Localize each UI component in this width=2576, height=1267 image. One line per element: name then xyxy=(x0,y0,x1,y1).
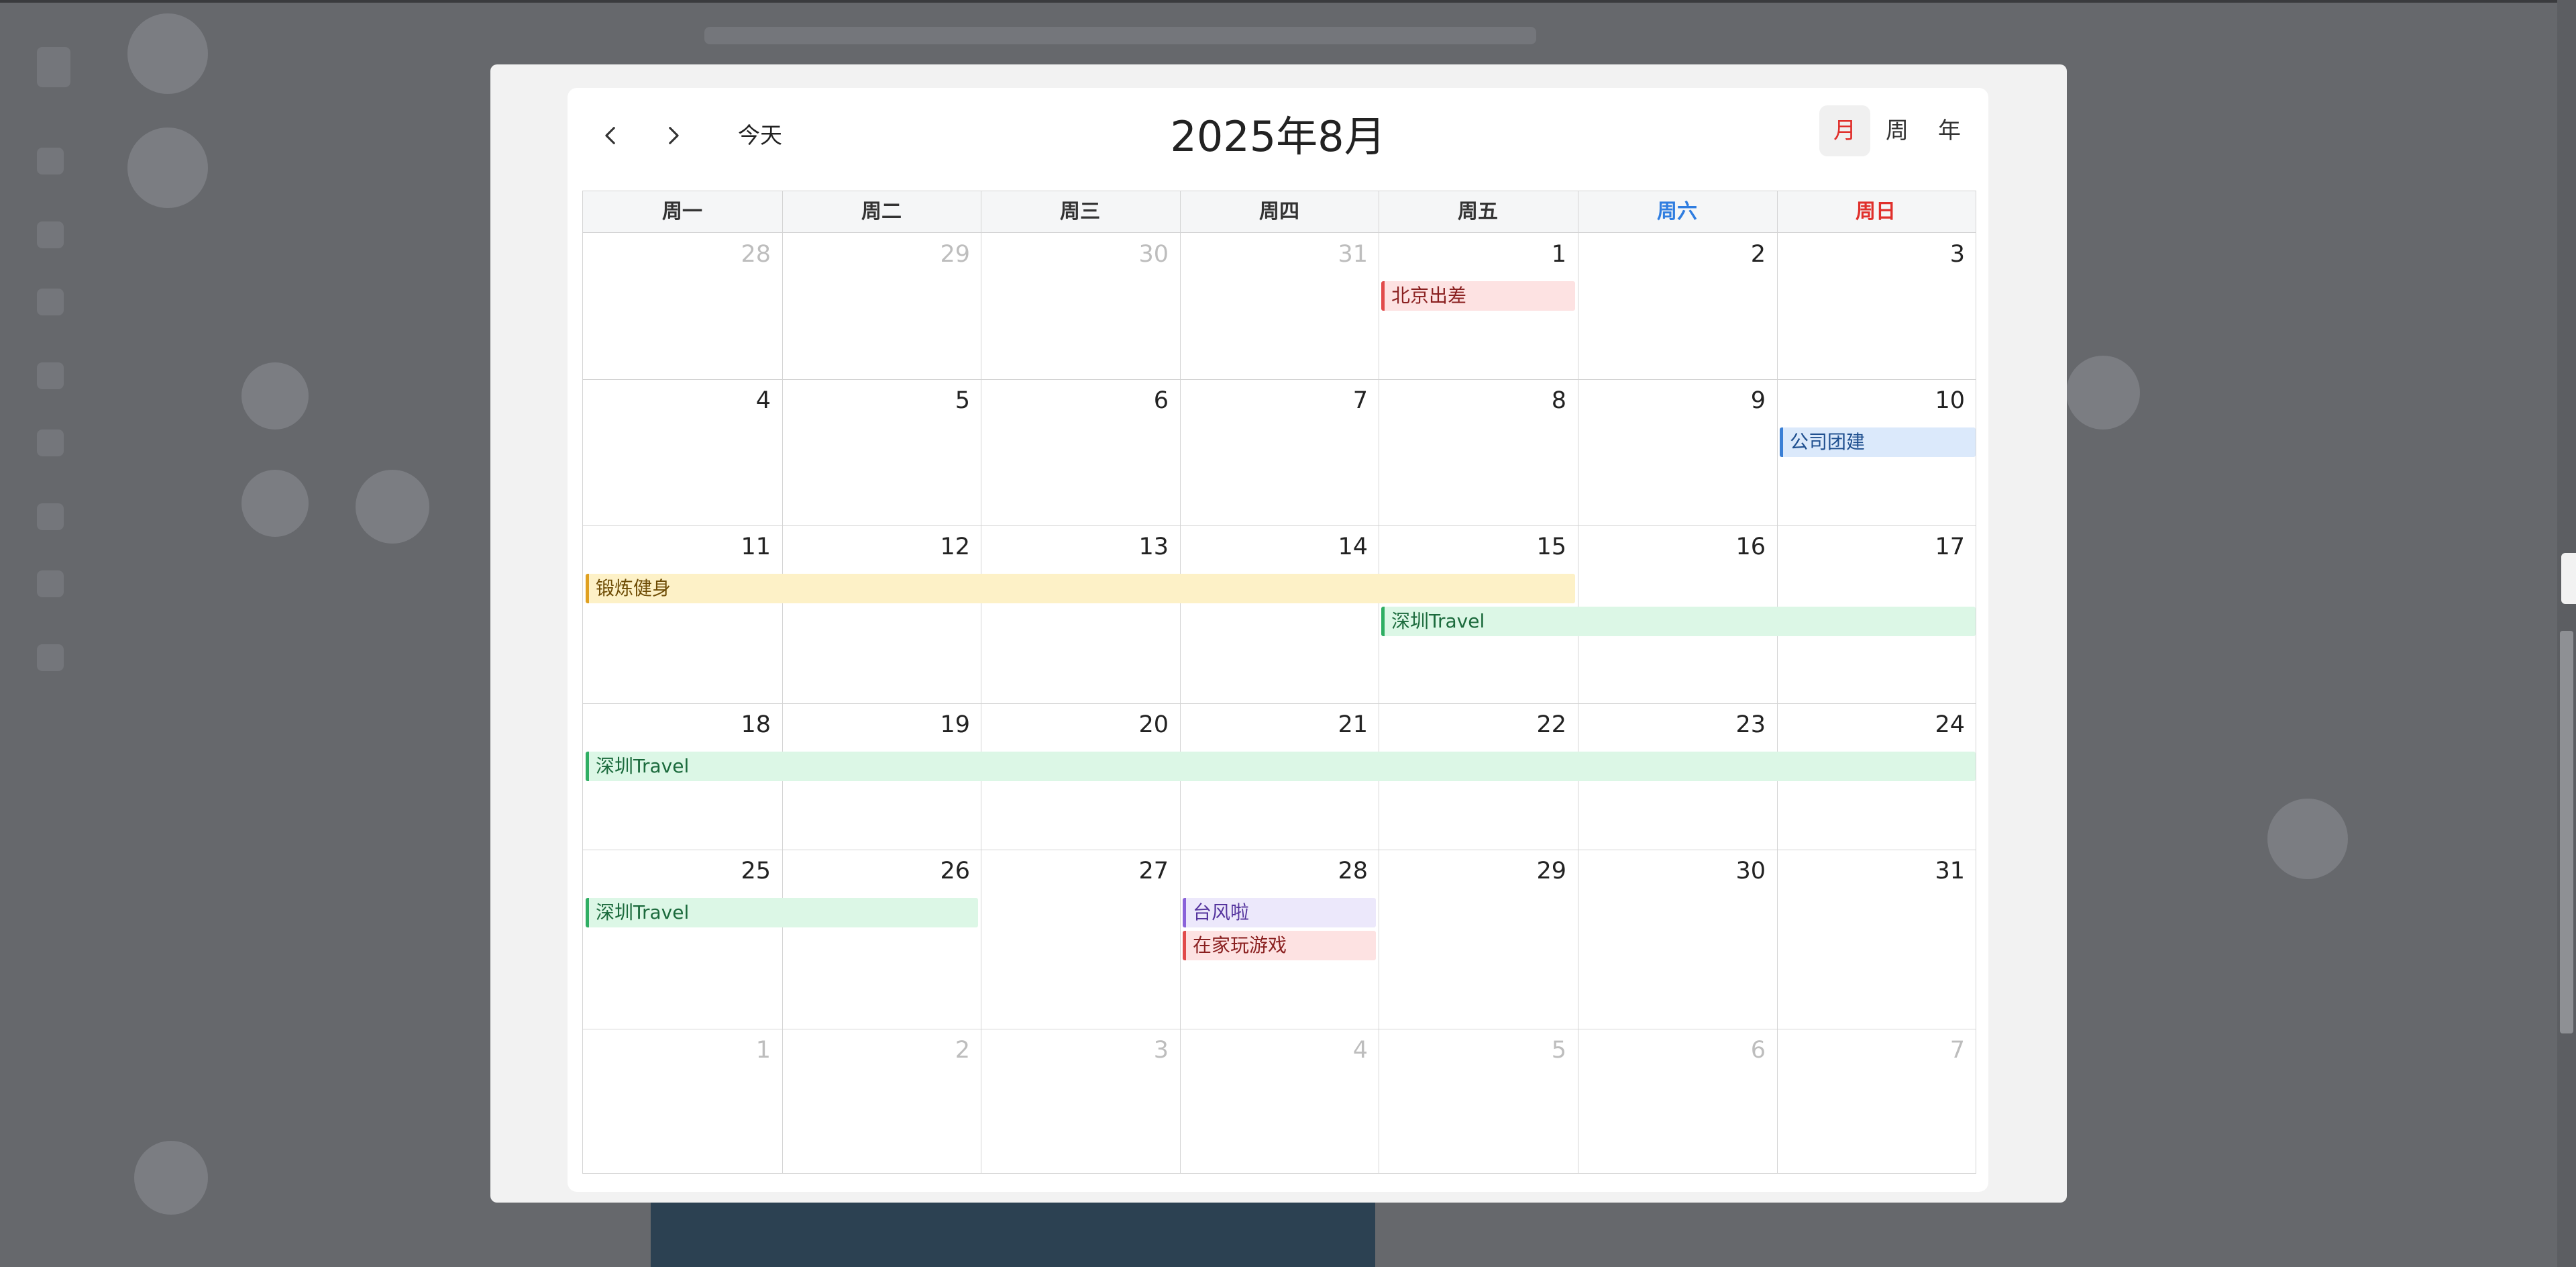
day-number: 12 xyxy=(940,534,970,560)
day-number: 17 xyxy=(1935,534,1965,560)
background-sidebar-icon xyxy=(37,429,64,456)
background-avatar xyxy=(241,470,309,537)
side-drawer-handle[interactable] xyxy=(2561,553,2576,604)
day-number: 6 xyxy=(1153,387,1169,414)
background-sidebar-icon xyxy=(37,644,64,671)
day-number: 7 xyxy=(1949,1037,1965,1064)
weekday-thu: 周四 xyxy=(1259,200,1299,223)
weekday-fri: 周五 xyxy=(1458,200,1498,223)
day-number: 15 xyxy=(1536,534,1566,560)
weekday-sat: 周六 xyxy=(1657,200,1697,223)
day-number: 8 xyxy=(1551,387,1566,414)
weekday-wed: 周三 xyxy=(1060,200,1100,223)
day-number: 13 xyxy=(1138,534,1169,560)
weekday-mon: 周一 xyxy=(662,200,702,223)
view-week-button[interactable]: 周 xyxy=(1872,105,1923,156)
weekday-sun: 周日 xyxy=(1856,200,1896,223)
day-number: 11 xyxy=(741,534,771,560)
day-number: 18 xyxy=(741,711,771,738)
day-number: 1 xyxy=(1551,241,1566,268)
day-number: 19 xyxy=(940,711,970,738)
day-number: 4 xyxy=(1352,1037,1368,1064)
day-number: 27 xyxy=(1138,858,1169,884)
background-avatar xyxy=(2066,356,2140,429)
calendar-header: 今天 2025年8月 月 周 年 xyxy=(568,88,1988,182)
page-scrollbar[interactable] xyxy=(2557,0,2576,1267)
day-number: 31 xyxy=(1338,241,1368,268)
day-number: 16 xyxy=(1735,534,1766,560)
view-year-button[interactable]: 年 xyxy=(1924,105,1975,156)
day-number: 7 xyxy=(1352,387,1368,414)
calendar-event[interactable]: 锻炼健身 xyxy=(586,574,1575,603)
day-number: 28 xyxy=(741,241,771,268)
calendar-event[interactable]: 北京出差 xyxy=(1381,281,1575,311)
background-sidebar-icon xyxy=(37,289,64,315)
background-sidebar-icon xyxy=(37,503,64,530)
day-number: 10 xyxy=(1935,387,1965,414)
background-avatar xyxy=(127,13,208,94)
background-topbar xyxy=(0,0,2576,3)
month-grid: 周一 周二 周三 周四 周五 周六 周日 28 29 30 31 1 2 3 4 5 6 7 8 9 10… xyxy=(582,191,1976,1174)
background-avatar xyxy=(134,1141,208,1215)
day-number: 5 xyxy=(955,387,970,414)
day-number: 14 xyxy=(1338,534,1368,560)
calendar-event[interactable]: 深圳Travel xyxy=(1381,607,1976,636)
day-number: 21 xyxy=(1338,711,1368,738)
day-number: 22 xyxy=(1536,711,1566,738)
day-number: 6 xyxy=(1750,1037,1766,1064)
day-number: 4 xyxy=(755,387,771,414)
weekday-header: 周一 周二 周三 周四 周五 周六 周日 xyxy=(583,191,1976,233)
calendar-modal: 今天 2025年8月 月 周 年 周一 周二 周三 周四 周五 周六 周日 28… xyxy=(490,64,2067,1203)
day-number: 26 xyxy=(940,858,970,884)
view-switcher: 月 周 年 xyxy=(1818,105,1975,159)
day-number: 3 xyxy=(1153,1037,1169,1064)
view-month-button[interactable]: 月 xyxy=(1819,105,1870,156)
day-number: 28 xyxy=(1338,858,1368,884)
day-number: 29 xyxy=(940,241,970,268)
weekday-tue: 周二 xyxy=(861,200,902,223)
day-number: 20 xyxy=(1138,711,1169,738)
scrollbar-thumb[interactable] xyxy=(2560,631,2573,1033)
background-sidebar-icon xyxy=(37,47,70,87)
calendar-event[interactable]: 台风啦 xyxy=(1183,898,1376,927)
calendar-event[interactable]: 在家玩游戏 xyxy=(1183,931,1376,960)
background-avatar xyxy=(241,362,309,429)
day-number: 2 xyxy=(1750,241,1766,268)
calendar-card: 今天 2025年8月 月 周 年 周一 周二 周三 周四 周五 周六 周日 28… xyxy=(568,88,1988,1192)
day-number: 9 xyxy=(1750,387,1766,414)
background-sidebar-icon xyxy=(37,221,64,248)
background-sidebar-icon xyxy=(37,148,64,174)
day-number: 31 xyxy=(1935,858,1965,884)
month-title: 2025年8月 xyxy=(1170,112,1386,161)
background-avatar xyxy=(2267,799,2348,879)
day-number: 25 xyxy=(741,858,771,884)
day-number: 24 xyxy=(1935,711,1965,738)
background-sidebar-icon xyxy=(37,362,64,389)
day-number: 1 xyxy=(755,1037,771,1064)
background-sidebar-icon xyxy=(37,570,64,597)
background-image xyxy=(651,1201,1375,1267)
day-number: 30 xyxy=(1735,858,1766,884)
day-number: 29 xyxy=(1536,858,1566,884)
day-number: 23 xyxy=(1735,711,1766,738)
day-number: 2 xyxy=(955,1037,970,1064)
calendar-event[interactable]: 深圳Travel xyxy=(586,752,1976,781)
day-number: 30 xyxy=(1138,241,1169,268)
calendar-event[interactable]: 公司团建 xyxy=(1780,427,1976,457)
calendar-event[interactable]: 深圳Travel xyxy=(586,898,978,927)
background-avatar xyxy=(127,128,208,208)
background-text-line xyxy=(704,27,1536,44)
background-avatar xyxy=(356,470,429,544)
day-number: 5 xyxy=(1551,1037,1566,1064)
day-number: 3 xyxy=(1949,241,1965,268)
